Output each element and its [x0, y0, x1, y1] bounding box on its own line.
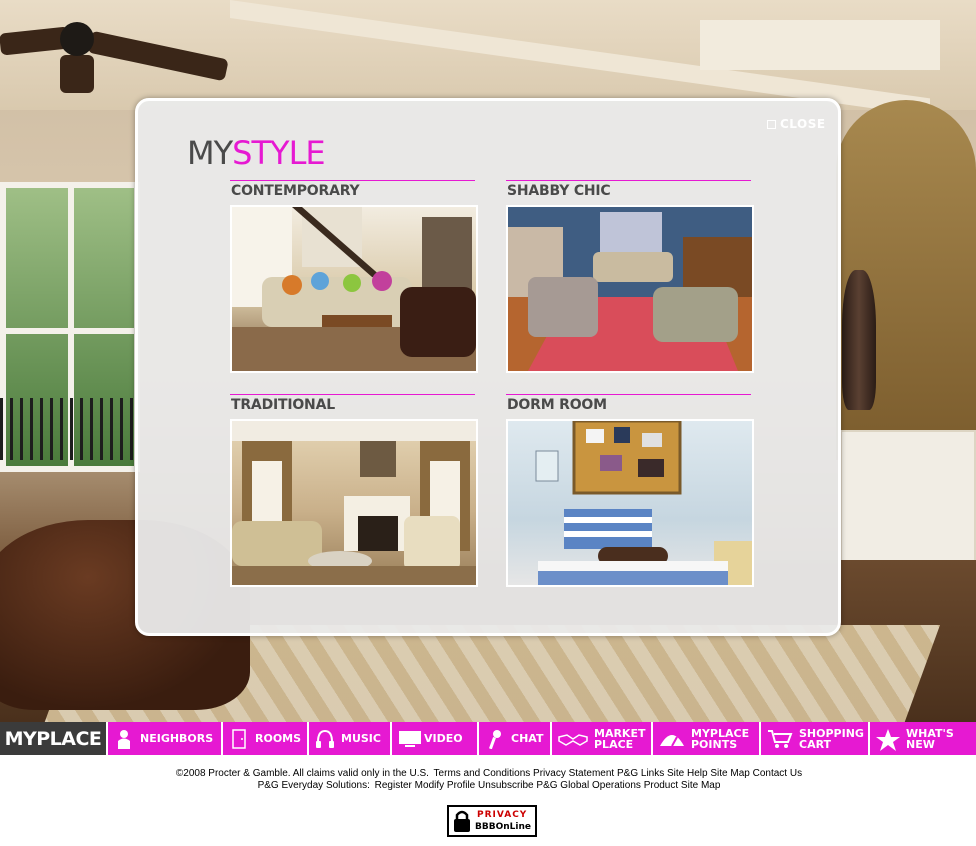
footer-link-modify-profile[interactable]: Modify Profile: [415, 780, 476, 791]
nav-myplace-home[interactable]: MYPLACE: [0, 722, 108, 755]
dorm-room-image[interactable]: [506, 419, 754, 587]
footer-prefix: P&G Everyday Solutions:: [257, 780, 370, 791]
main-nav: MYPLACE NEIGHBORS ROOMS MUSIC VIDEO CHAT: [0, 722, 976, 755]
title-style: STYLE: [232, 134, 325, 172]
traditional-room-image[interactable]: [230, 419, 478, 587]
gauge-icon: [659, 729, 685, 749]
lock-icon: [453, 810, 471, 832]
cart-icon: [767, 729, 793, 749]
footer-link-site-map[interactable]: Site Map: [710, 768, 749, 779]
close-button[interactable]: CLOSE: [767, 116, 826, 132]
nav-item-video[interactable]: VIDEO: [392, 722, 479, 755]
door-icon: [229, 728, 249, 749]
ceiling-fan: [0, 0, 240, 93]
nav-label-2: CART: [799, 737, 832, 751]
nav-item-chat[interactable]: CHAT: [479, 722, 552, 755]
nav-item-whats-new[interactable]: WHAT'S NEW: [870, 722, 976, 755]
shabby-chic-room-image[interactable]: [506, 205, 754, 373]
nav-item-music[interactable]: MUSIC: [309, 722, 392, 755]
bbbonline-privacy-badge[interactable]: PRIVACY BBBOnLine: [447, 805, 537, 837]
nav-item-marketplace[interactable]: MARKET PLACE: [552, 722, 653, 755]
category-label: TRADITIONAL: [231, 397, 335, 413]
microphone-icon: [485, 729, 505, 749]
divider: [506, 394, 751, 395]
nav-label-2: PLACE: [594, 737, 634, 751]
headphones-icon: [315, 729, 335, 749]
modal-title: MYSTYLE: [187, 133, 326, 173]
divider: [230, 180, 475, 181]
nav-label: CHAT: [511, 732, 544, 745]
category-label: CONTEMPORARY: [231, 183, 360, 199]
category-traditional[interactable]: TRADITIONAL: [230, 394, 480, 589]
nav-label: NEIGHBORS: [140, 732, 214, 745]
nav-label: SHOPPING: [799, 726, 864, 740]
category-dorm-room[interactable]: DORM ROOM: [506, 394, 756, 589]
star-icon: [876, 728, 900, 751]
nav-label: MARKET: [594, 726, 646, 740]
footer-link-product-site-map[interactable]: Product Site Map: [644, 780, 721, 791]
footer-line-1: ©2008 Procter & Gamble. All claims valid…: [0, 768, 976, 780]
category-label: DORM ROOM: [507, 397, 607, 413]
nav-label-2: POINTS: [691, 737, 738, 751]
nav-label: MYPLACE: [691, 726, 750, 740]
nav-item-rooms[interactable]: ROOMS: [223, 722, 309, 755]
footer-link-global-operations[interactable]: P&G Global Operations: [536, 780, 641, 791]
category-shabby-chic[interactable]: SHABBY CHIC: [506, 180, 756, 375]
footer-link-site-help[interactable]: Site Help: [667, 768, 708, 779]
nav-item-myplace-points[interactable]: MYPLACE POINTS: [653, 722, 761, 755]
contemporary-room-image[interactable]: [230, 205, 478, 373]
footer-link-register[interactable]: Register: [375, 780, 412, 791]
footer: ©2008 Procter & Gamble. All claims valid…: [0, 768, 976, 792]
category-contemporary[interactable]: CONTEMPORARY: [230, 180, 480, 375]
nav-item-shopping-cart[interactable]: SHOPPING CART: [761, 722, 870, 755]
badge-bbbonline-text: BBBOnLine: [475, 822, 531, 832]
footer-link-contact[interactable]: Contact Us: [753, 768, 802, 779]
footer-link-terms[interactable]: Terms and Conditions: [434, 768, 531, 779]
close-icon: [767, 119, 776, 129]
divider: [506, 180, 751, 181]
nav-label: VIDEO: [424, 732, 463, 745]
footer-link-unsubscribe[interactable]: Unsubscribe: [478, 780, 534, 791]
divider: [230, 394, 475, 395]
close-label: CLOSE: [780, 117, 826, 131]
footer-link-privacy[interactable]: Privacy Statement: [533, 768, 614, 779]
footer-link-pg-links[interactable]: P&G Links: [617, 768, 664, 779]
monitor-icon: [398, 729, 421, 749]
nav-label: ROOMS: [255, 732, 302, 745]
nav-item-neighbors[interactable]: NEIGHBORS: [108, 722, 223, 755]
footer-line-2: P&G Everyday Solutions: Register Modify …: [0, 780, 976, 792]
category-label: SHABBY CHIC: [507, 183, 611, 199]
nav-label: WHAT'S: [906, 726, 954, 740]
handshake-icon: [558, 729, 588, 749]
nav-label: MUSIC: [341, 732, 381, 745]
title-my: MY: [187, 134, 233, 172]
badge-privacy-text: PRIVACY: [477, 810, 528, 820]
person-icon: [114, 729, 134, 749]
copyright-text: ©2008 Procter & Gamble. All claims valid…: [175, 768, 429, 779]
nav-label-2: NEW: [906, 737, 935, 751]
